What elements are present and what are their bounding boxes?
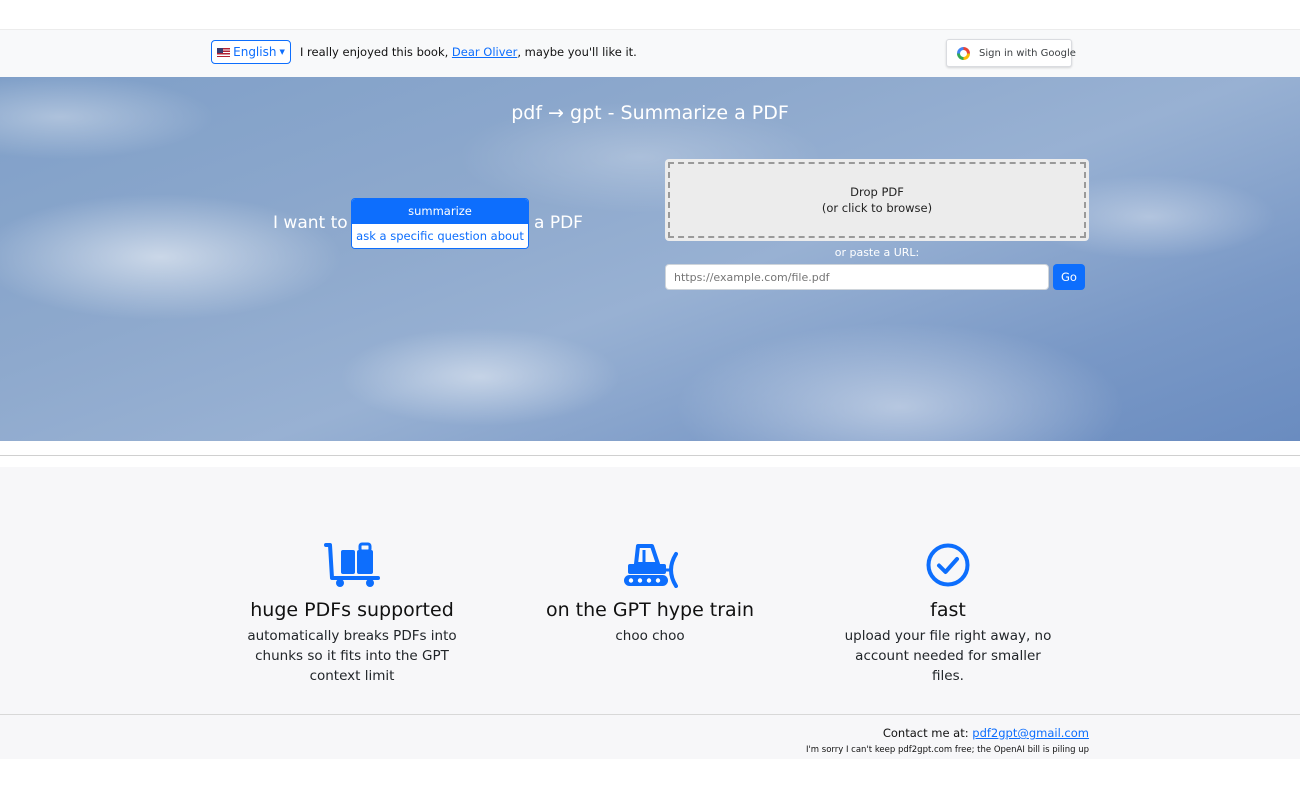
feature-hype-train: on the GPT hype train choo choo bbox=[530, 542, 770, 646]
footer: Contact me at: pdf2gpt@gmail.com I'm sor… bbox=[0, 714, 1300, 759]
language-dropdown[interactable]: English ▼ bbox=[211, 40, 291, 64]
book-link[interactable]: Dear Oliver bbox=[452, 45, 517, 59]
i-want-label: I want to bbox=[273, 213, 348, 233]
contact-line: Contact me at: pdf2gpt@gmail.com bbox=[883, 726, 1089, 740]
option-summarize[interactable]: summarize bbox=[352, 199, 528, 223]
hero-section: pdf → gpt - Summarize a PDF I want to su… bbox=[0, 77, 1300, 441]
tagline: I really enjoyed this book, Dear Oliver,… bbox=[300, 45, 637, 59]
tagline-prefix: I really enjoyed this book, bbox=[300, 45, 452, 59]
feature-description: automatically breaks PDFs into chunks so… bbox=[247, 628, 457, 684]
us-flag-icon bbox=[217, 47, 231, 57]
caret-down-icon: ▼ bbox=[279, 48, 285, 56]
mode-selector: summarize ask a specific question about bbox=[351, 198, 529, 249]
or-paste-label: or paste a URL: bbox=[834, 246, 920, 259]
pdf-dropzone[interactable]: Drop PDF (or click to browse) bbox=[665, 159, 1089, 241]
contact-email-link[interactable]: pdf2gpt@gmail.com bbox=[972, 726, 1089, 740]
language-label: English bbox=[233, 45, 277, 59]
luggage-cart-icon bbox=[324, 542, 380, 587]
feature-huge-pdfs: huge PDFs supported automatically breaks… bbox=[232, 542, 472, 686]
feature-description: upload your file right away, no account … bbox=[844, 628, 1052, 684]
feature-title: huge PDFs supported bbox=[250, 599, 454, 621]
google-sign-in-label: Sign in with Google bbox=[979, 47, 1076, 59]
url-input[interactable] bbox=[665, 264, 1049, 290]
contact-prefix: Contact me at: bbox=[882, 726, 973, 740]
page-title: pdf → gpt - Summarize a PDF bbox=[511, 102, 789, 124]
a-pdf-label: a PDF bbox=[534, 213, 583, 233]
google-logo-icon bbox=[957, 46, 970, 60]
snowplow-icon bbox=[624, 544, 678, 588]
top-bar: English ▼ I really enjoyed this book, De… bbox=[0, 29, 1300, 78]
feature-title: on the GPT hype train bbox=[545, 599, 755, 621]
tagline-suffix: , maybe you'll like it. bbox=[517, 45, 637, 59]
option-ask-question[interactable]: ask a specific question about bbox=[352, 223, 528, 248]
dropzone-hint: (or click to browse) bbox=[821, 201, 933, 215]
check-circle-icon bbox=[926, 543, 970, 587]
feature-fast: fast upload your file right away, no acc… bbox=[828, 542, 1068, 686]
features-section: huge PDFs supported automatically breaks… bbox=[0, 467, 1300, 714]
dropzone-border: Drop PDF (or click to browse) bbox=[668, 162, 1086, 238]
feature-description: choo choo bbox=[615, 628, 685, 644]
feature-title: fast bbox=[930, 599, 966, 621]
go-button[interactable]: Go bbox=[1053, 264, 1085, 290]
section-divider bbox=[0, 455, 1300, 456]
footer-note: I'm sorry I can't keep pdf2gpt.com free;… bbox=[805, 745, 1089, 755]
dropzone-title: Drop PDF bbox=[850, 185, 904, 199]
google-sign-in-button[interactable]: Sign in with Google bbox=[946, 39, 1076, 67]
